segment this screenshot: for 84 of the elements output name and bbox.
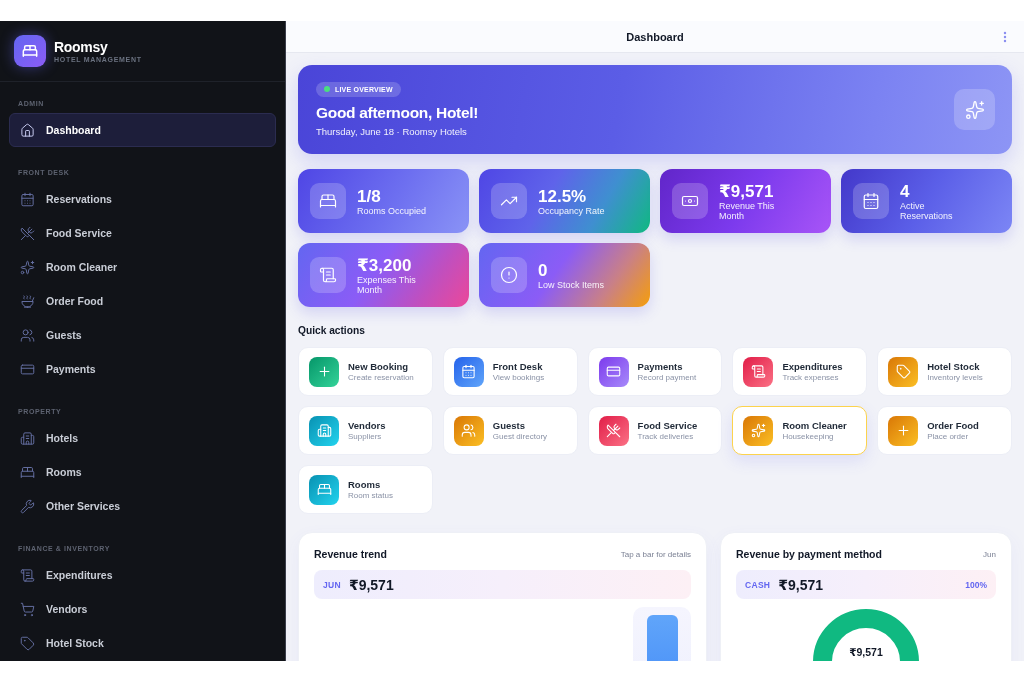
quick-action-button[interactable]: Hotel Stock Inventory levels xyxy=(877,347,1012,396)
nav-item[interactable]: Payments xyxy=(9,352,276,386)
nav-item[interactable]: Dashboard xyxy=(9,113,276,147)
quick-action-button[interactable]: Rooms Room status xyxy=(298,465,433,514)
nav-item[interactable]: Order Food xyxy=(9,284,276,318)
stat-label: Occupancy Rate xyxy=(538,205,605,216)
scroll-icon xyxy=(743,356,774,387)
utensils-icon xyxy=(20,225,35,241)
stat-label: Active Reservations xyxy=(900,200,954,221)
bed-icon xyxy=(309,474,339,505)
summary-share: 100% xyxy=(965,579,987,590)
card-title: Revenue trend xyxy=(314,547,387,561)
stat-value: ₹3,200 xyxy=(357,255,413,275)
quick-action-button[interactable]: New Booking Create reservation xyxy=(298,347,433,396)
alert-icon xyxy=(491,257,527,293)
bed-icon xyxy=(310,183,346,219)
summary-value: ₹9,571 xyxy=(348,576,394,593)
card-hint: Jun xyxy=(983,549,996,559)
users-icon xyxy=(453,415,484,446)
nav-item[interactable]: Vendors xyxy=(9,592,276,626)
nav-item[interactable]: Hotel Stock xyxy=(9,626,276,660)
stat-value: 12.5% xyxy=(538,186,588,206)
hero-title: Good afternoon, Hotel! xyxy=(316,102,479,123)
nav-item[interactable]: Room Cleaner xyxy=(9,250,276,284)
quick-action-button[interactable]: Payments Record payment xyxy=(587,347,723,396)
plus-icon xyxy=(309,356,339,387)
stat-value: ₹9,571 xyxy=(719,181,775,201)
summary-label: JUN xyxy=(323,579,341,590)
page-title: Dashboard xyxy=(626,30,684,43)
nav-item[interactable]: Food Service xyxy=(9,216,276,250)
nav-item[interactable]: Expenditures xyxy=(9,558,276,592)
stat-label: Revenue This Month xyxy=(719,200,776,221)
hero-subtitle: Thursday, June 18 · Roomsy Hotels xyxy=(316,125,467,138)
quick-action-button[interactable]: Order Food Place order xyxy=(877,406,1012,455)
quick-action-button[interactable]: Vendors Suppliers xyxy=(298,406,433,455)
summary-label: CASH xyxy=(745,579,771,590)
stat-label: Low Stock Items xyxy=(538,279,605,290)
cart-icon xyxy=(20,601,35,617)
credit-card-icon xyxy=(598,356,629,387)
brand-name: Roomsy xyxy=(54,38,109,55)
banknote-icon xyxy=(672,183,708,219)
quick-action-button[interactable]: Expenditures Track expenses xyxy=(732,347,868,396)
nav-item[interactable]: Hotels xyxy=(9,421,276,455)
tag-icon xyxy=(20,635,35,651)
nav-item[interactable]: Reservations xyxy=(9,182,276,216)
calendar-icon xyxy=(20,191,35,207)
nav-item[interactable]: Rooms xyxy=(9,455,276,489)
scroll-icon xyxy=(310,257,346,293)
quick-action-button[interactable]: Food Service Track deliveries xyxy=(587,406,723,455)
donut-center-label: ₹9,571 xyxy=(849,647,883,658)
stat-value: 1/8 xyxy=(357,186,382,206)
section-title: Quick actions xyxy=(298,324,366,338)
scroll-icon xyxy=(20,567,35,583)
bed-icon xyxy=(14,35,46,67)
stat-value: 0 xyxy=(538,260,549,280)
quick-action-button[interactable]: Guests Guest directory xyxy=(442,406,578,455)
card-title: Revenue by payment method xyxy=(736,547,882,561)
calendar-icon xyxy=(453,356,484,387)
sparkles-icon xyxy=(954,89,995,130)
card-hint: Tap a bar for details xyxy=(620,549,691,559)
summary-value: ₹9,571 xyxy=(778,576,824,593)
calendar-icon xyxy=(853,183,889,219)
users-icon xyxy=(20,327,35,343)
trend-up-icon xyxy=(491,183,527,219)
tag-icon xyxy=(888,356,919,387)
wrench-icon xyxy=(20,498,35,514)
utensils-icon xyxy=(598,415,629,446)
stat-value: 4 xyxy=(900,181,911,201)
bowl-icon xyxy=(20,293,35,309)
buildings-icon xyxy=(309,415,339,446)
stat-label: Rooms Occupied xyxy=(357,205,427,216)
quick-action-button[interactable]: Front Desk View bookings xyxy=(442,347,578,396)
home-icon xyxy=(20,122,35,138)
nav-item[interactable]: Guests xyxy=(9,318,276,352)
quick-action-button[interactable]: Room Cleaner Housekeeping xyxy=(732,406,868,455)
buildings-icon xyxy=(20,430,35,446)
bed-icon xyxy=(20,464,35,480)
sparkles-icon xyxy=(20,259,35,275)
credit-card-icon xyxy=(20,361,35,377)
stat-label: Expenses This Month xyxy=(357,274,417,295)
status-dot-icon xyxy=(324,86,330,92)
nav-item[interactable]: Other Services xyxy=(9,489,276,523)
plus-icon xyxy=(888,415,919,446)
sparkles-icon xyxy=(743,415,774,446)
